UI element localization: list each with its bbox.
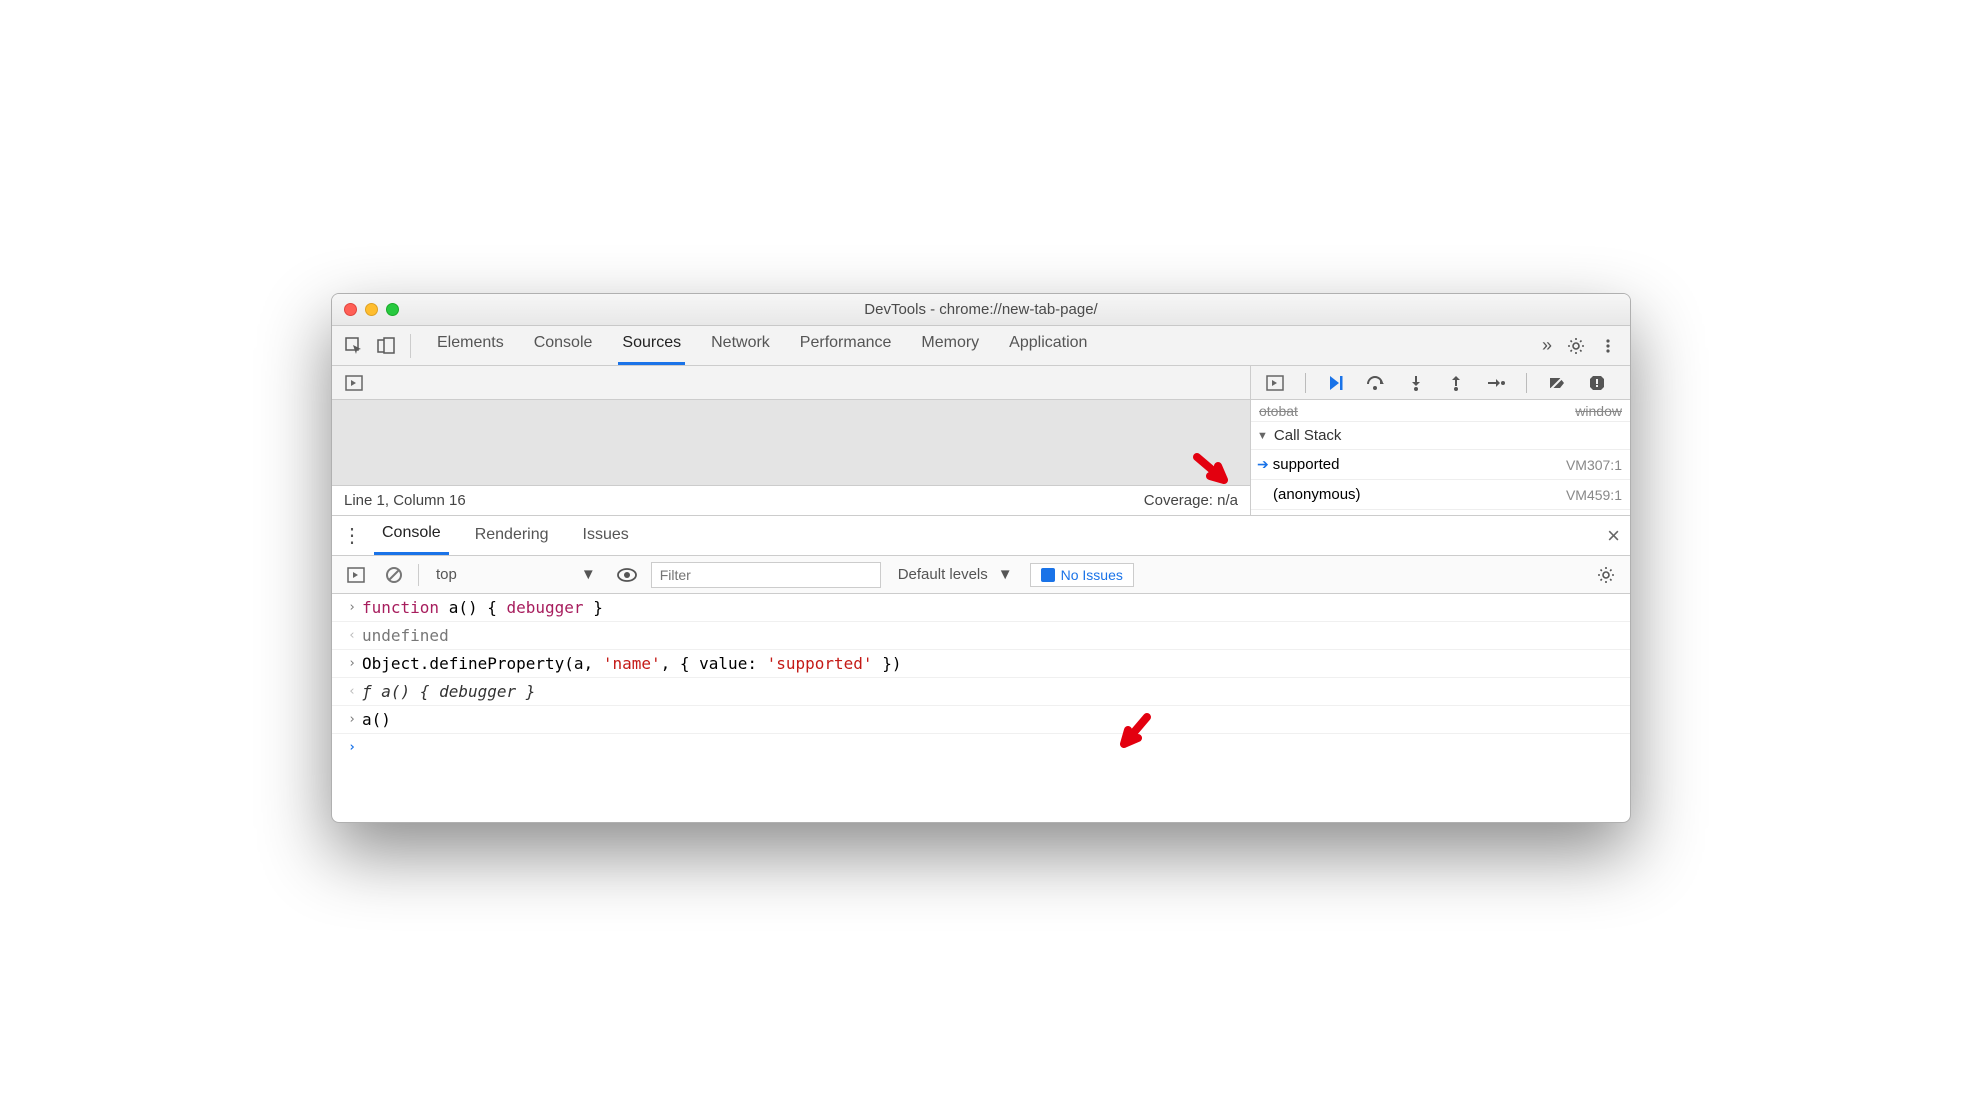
sources-panel: Line 1, Column 16 Coverage: n/a: [332, 366, 1630, 516]
clear-console-icon[interactable]: [380, 561, 408, 589]
chevron-down-icon: ▼: [998, 566, 1013, 583]
tab-memory[interactable]: Memory: [917, 326, 983, 365]
cursor-position: Line 1, Column 16: [344, 492, 466, 509]
tab-elements[interactable]: Elements: [433, 326, 508, 365]
active-frame-icon: ➔: [1257, 456, 1269, 473]
chevron-down-icon: ▼: [581, 566, 596, 583]
console-prompt[interactable]: ›: [332, 734, 1630, 762]
output-chevron-icon: ‹: [342, 682, 362, 699]
sources-toolbar: [332, 366, 1250, 400]
callstack-frame[interactable]: ➔ supported VM307:1: [1251, 450, 1630, 480]
console-toolbar: top ▼ Default levels ▼ No Issues: [332, 556, 1630, 594]
drawer-tab-issues[interactable]: Issues: [575, 518, 637, 554]
console-settings-icon[interactable]: [1592, 561, 1620, 589]
callstack-frame[interactable]: (anonymous) VM459:1: [1251, 480, 1630, 510]
step-out-icon[interactable]: [1442, 369, 1470, 397]
kebab-menu-icon[interactable]: [1594, 332, 1622, 360]
divider: [410, 334, 411, 358]
callstack-title: Call Stack: [1274, 427, 1342, 444]
callstack-header[interactable]: ▼ Call Stack: [1251, 422, 1630, 450]
titlebar: DevTools - chrome://new-tab-page/: [332, 294, 1630, 326]
tab-console[interactable]: Console: [530, 326, 597, 365]
frame-name: (anonymous): [1273, 486, 1361, 503]
input-chevron-icon: ›: [342, 598, 362, 615]
console-output-line: ‹ undefined: [332, 622, 1630, 650]
more-tabs-icon[interactable]: »: [1536, 335, 1558, 356]
console-input-line[interactable]: › function a() { debugger }: [332, 594, 1630, 622]
main-tabstrip: Elements Console Sources Network Perform…: [332, 326, 1630, 366]
issues-button[interactable]: No Issues: [1030, 563, 1134, 587]
truncated-row: otobatwindow: [1251, 400, 1630, 422]
coverage-status: Coverage: n/a: [1144, 492, 1238, 509]
tab-performance[interactable]: Performance: [796, 326, 896, 365]
input-chevron-icon: ›: [342, 654, 362, 671]
console-output: › function a() { debugger } ‹ undefined …: [332, 594, 1630, 822]
issues-icon: [1041, 568, 1055, 582]
drawer-tab-rendering[interactable]: Rendering: [467, 518, 557, 554]
console-output-line: ‹ ƒ a() { debugger }: [332, 678, 1630, 706]
drawer-menu-icon[interactable]: ⋮: [342, 523, 362, 548]
log-levels-selector[interactable]: Default levels ▼: [891, 563, 1020, 586]
devtools-window: DevTools - chrome://new-tab-page/ Elemen…: [331, 293, 1631, 823]
main-tabs: Elements Console Sources Network Perform…: [433, 326, 1091, 365]
step-into-icon[interactable]: [1402, 369, 1430, 397]
window-title: DevTools - chrome://new-tab-page/: [332, 301, 1630, 318]
disclosure-triangle-icon: ▼: [1257, 430, 1268, 442]
console-input-line[interactable]: › a(): [332, 706, 1630, 734]
close-drawer-icon[interactable]: ×: [1607, 523, 1620, 549]
drawer-tabstrip: ⋮ Console Rendering Issues ×: [332, 516, 1630, 556]
frame-location: VM459:1: [1566, 487, 1622, 503]
sources-content[interactable]: [332, 400, 1250, 485]
console-input-line[interactable]: › Object.defineProperty(a, 'name', { val…: [332, 650, 1630, 678]
input-chevron-icon: ›: [342, 710, 362, 727]
step-icon[interactable]: [1482, 369, 1510, 397]
tab-application[interactable]: Application: [1005, 326, 1091, 365]
sources-editor: Line 1, Column 16 Coverage: n/a: [332, 366, 1250, 515]
show-navigator-icon[interactable]: [340, 369, 368, 397]
sources-statusbar: Line 1, Column 16 Coverage: n/a: [332, 485, 1250, 515]
drawer-tab-console[interactable]: Console: [374, 516, 449, 555]
console-sidebar-icon[interactable]: [342, 561, 370, 589]
frame-location: VM307:1: [1566, 457, 1622, 473]
output-chevron-icon: ‹: [342, 626, 362, 643]
settings-icon[interactable]: [1562, 332, 1590, 360]
deactivate-breakpoints-icon[interactable]: [1543, 369, 1571, 397]
tab-network[interactable]: Network: [707, 326, 774, 365]
inspect-element-icon[interactable]: [340, 332, 368, 360]
resume-icon[interactable]: [1322, 369, 1350, 397]
step-over-icon[interactable]: [1362, 369, 1390, 397]
debugger-toolbar: [1251, 366, 1630, 400]
filter-input[interactable]: [651, 562, 881, 588]
debugger-pane: otobatwindow ▼ Call Stack ➔ supported VM…: [1250, 366, 1630, 515]
tab-sources[interactable]: Sources: [618, 326, 685, 365]
frame-name: supported: [1273, 456, 1340, 473]
context-selector[interactable]: top ▼: [429, 563, 603, 586]
live-expression-icon[interactable]: [613, 561, 641, 589]
prompt-chevron-icon: ›: [342, 738, 362, 755]
show-debugger-icon[interactable]: [1261, 369, 1289, 397]
pause-on-exceptions-icon[interactable]: [1583, 369, 1611, 397]
device-toolbar-icon[interactable]: [372, 332, 400, 360]
